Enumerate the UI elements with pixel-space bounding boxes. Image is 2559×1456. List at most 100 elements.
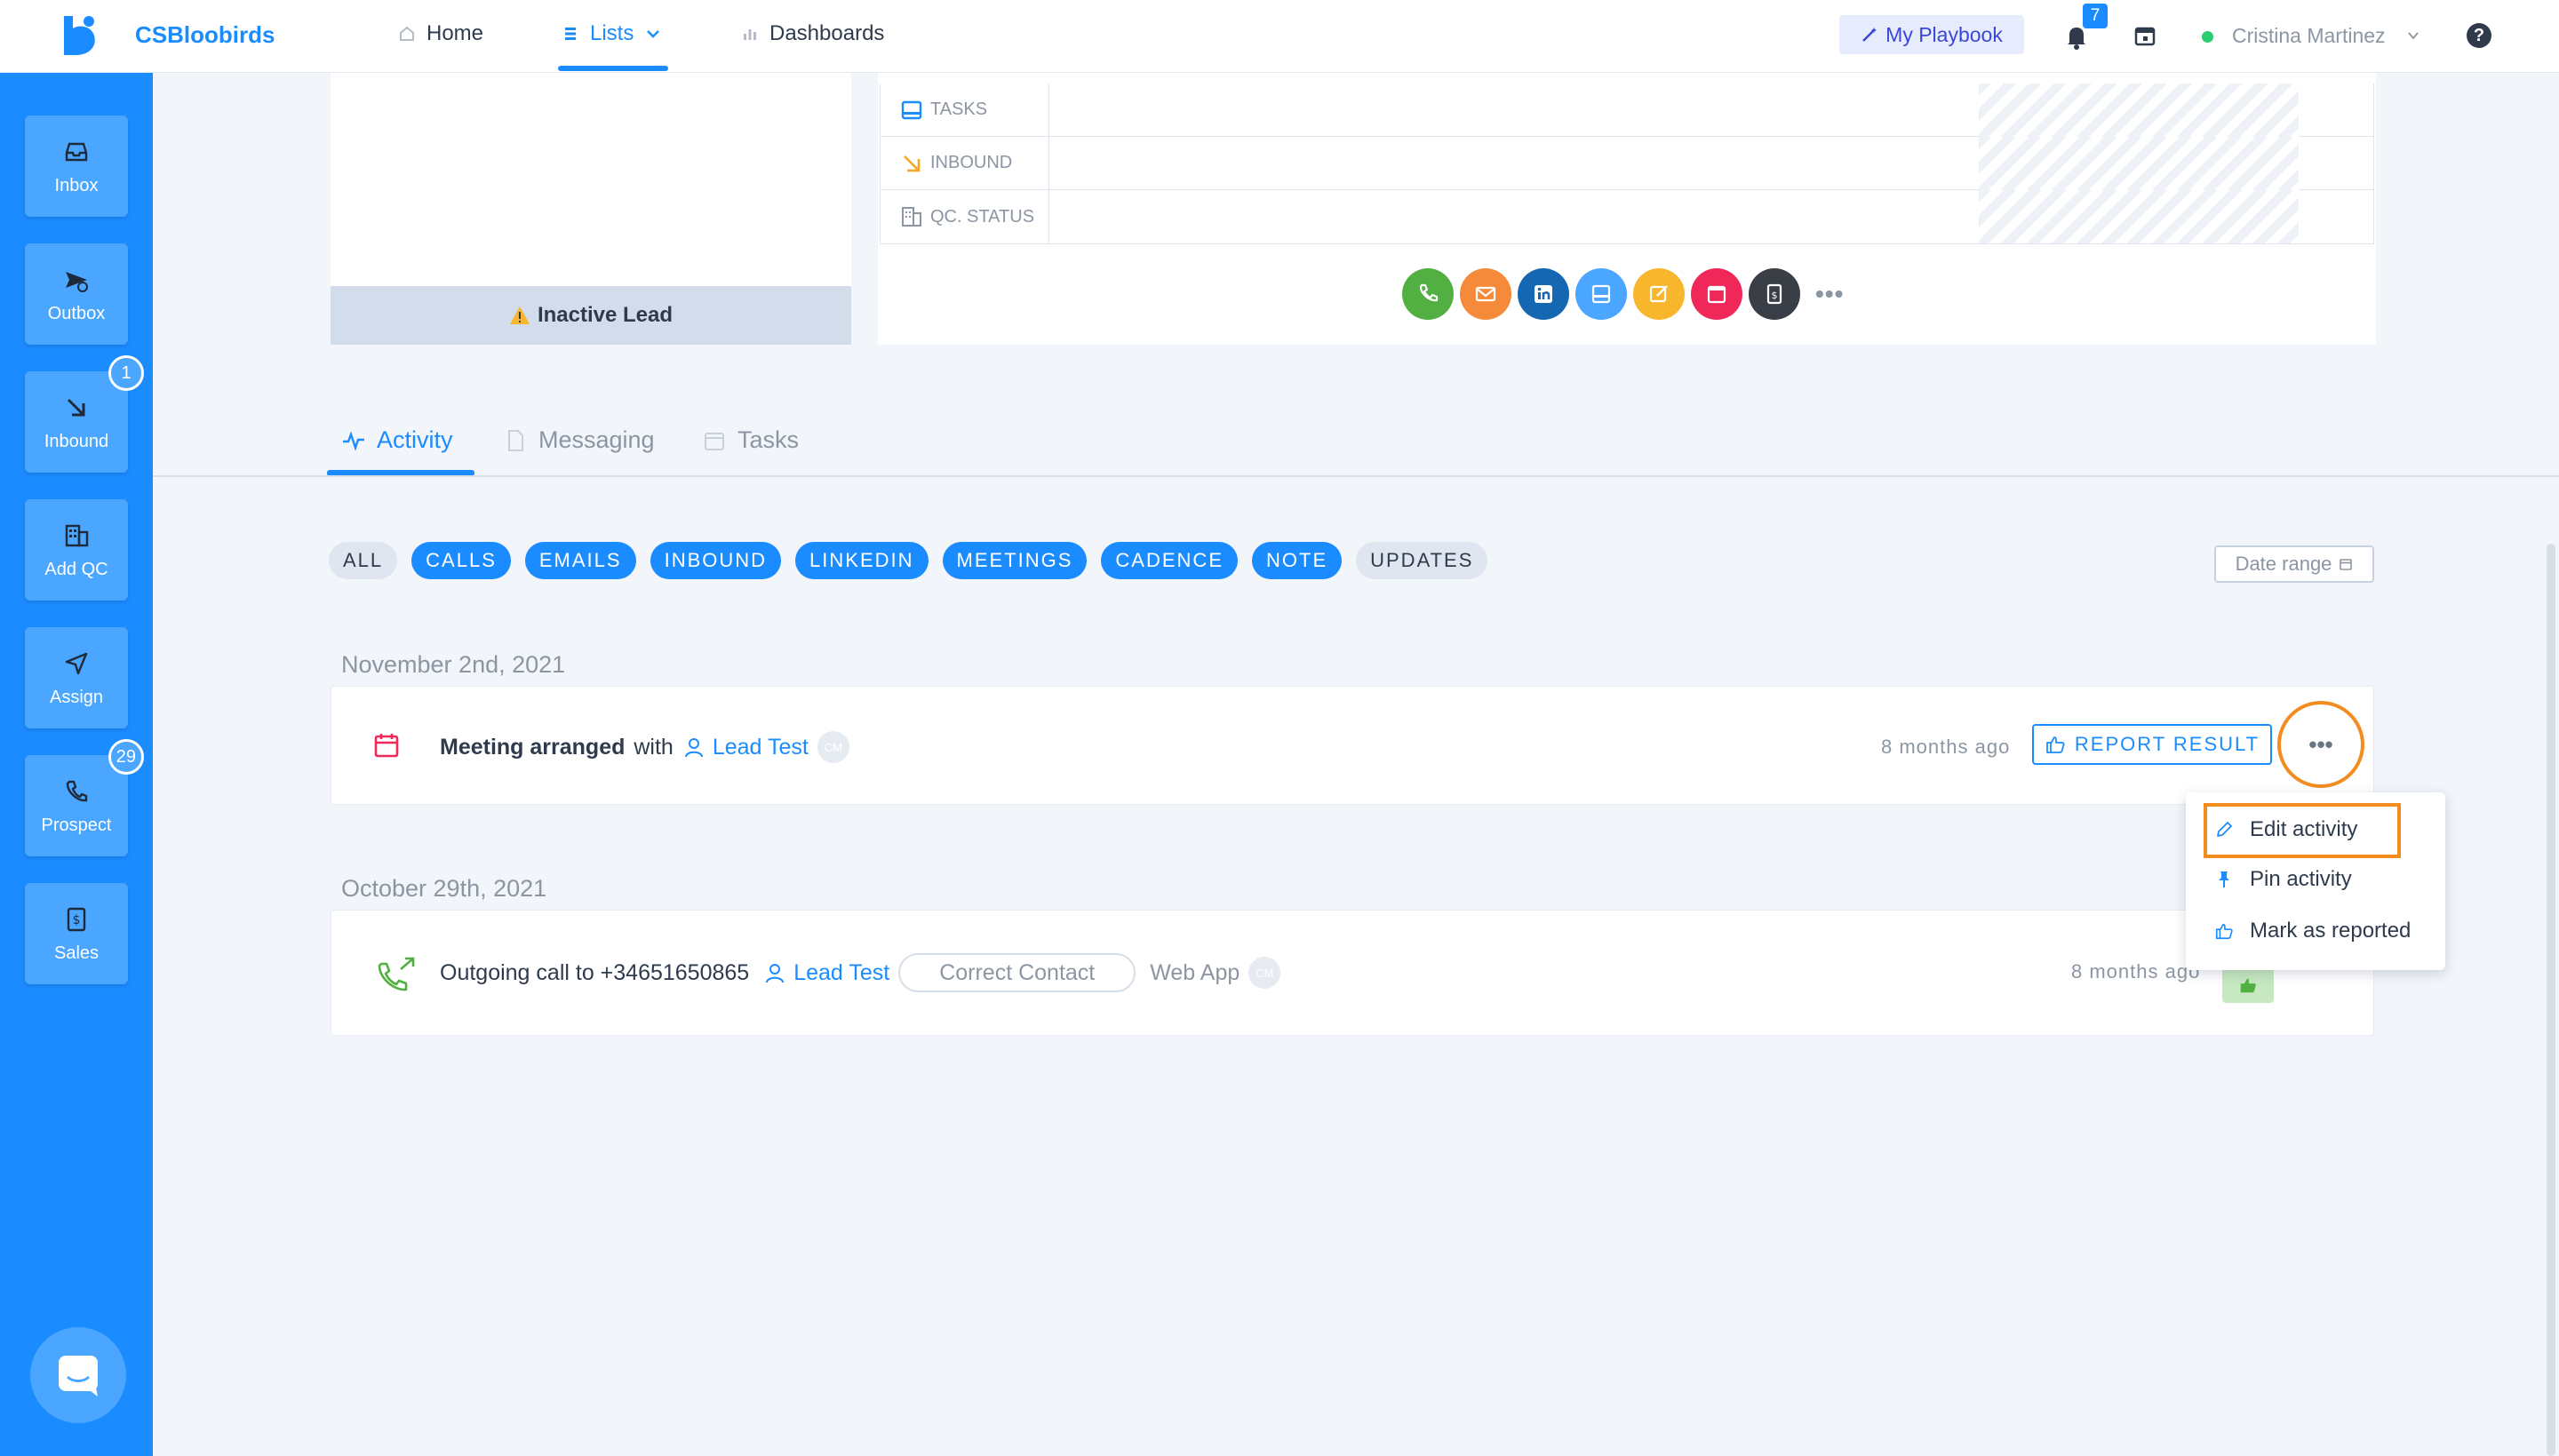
- filter-calls[interactable]: CALLS: [411, 542, 511, 579]
- report-result-button[interactable]: REPORT RESULT: [2032, 724, 2272, 765]
- call-button[interactable]: [1402, 268, 1454, 320]
- filter-linkedin[interactable]: LINKEDIN: [795, 542, 929, 579]
- my-playbook-button[interactable]: My Playbook: [1839, 15, 2024, 54]
- sidebar-item-label: Assign: [49, 687, 104, 707]
- tasks-label: TASKS: [881, 83, 1049, 137]
- menu-item-pin-activity[interactable]: Pin activity: [2214, 867, 2352, 892]
- hatched-cell: [1979, 137, 2299, 190]
- menu-item-mark-as-reported[interactable]: Mark as reported: [2214, 919, 2411, 943]
- filter-inbound[interactable]: INBOUND: [650, 542, 782, 579]
- note-button[interactable]: [1633, 268, 1685, 320]
- tab-label: Messaging: [538, 426, 655, 453]
- send-icon: [66, 271, 88, 292]
- nav-lists-label: Lists: [590, 21, 634, 45]
- sidebar-item-label: Prospect: [41, 815, 112, 835]
- hatched-cell: [1979, 84, 2299, 137]
- help-icon[interactable]: ?: [2467, 23, 2491, 48]
- menu-item-edit-activity[interactable]: Edit activity: [2214, 817, 2357, 842]
- thumbs-up-icon: [2046, 736, 2065, 753]
- scrollbar[interactable]: [2547, 544, 2555, 1456]
- tab-label: Tasks: [737, 426, 800, 453]
- inbound-count-badge: 1: [108, 355, 144, 391]
- prospect-count-badge: 29: [108, 739, 144, 775]
- filter-meetings[interactable]: MEETINGS: [942, 542, 1088, 579]
- nav-home-label: Home: [426, 21, 484, 45]
- sidebar-item-label: Inbox: [54, 175, 99, 195]
- lead-name: Lead Test: [793, 959, 890, 985]
- sidebar-item-outbox[interactable]: Outbox: [25, 243, 128, 345]
- chevron-down-icon[interactable]: [2406, 28, 2420, 43]
- invoice-button[interactable]: $: [1749, 268, 1800, 320]
- user-name[interactable]: Cristina Martinez: [2232, 24, 2386, 48]
- magic-wand-icon: [1862, 28, 1877, 42]
- row-label: TASKS: [930, 99, 988, 119]
- filter-all[interactable]: ALL: [329, 542, 398, 579]
- nav-active-indicator: [558, 66, 668, 71]
- qc-status-label: QC. STATUS: [881, 190, 1049, 243]
- menu-item-label: Pin activity: [2250, 867, 2352, 891]
- chat-widget-button[interactable]: [30, 1327, 126, 1423]
- row-label: INBOUND: [930, 153, 1013, 172]
- activity-filters: ALL CALLS EMAILS INBOUND LINKEDIN MEETIN…: [329, 542, 1488, 579]
- home-icon: [400, 26, 414, 41]
- quick-actions: $ •••: [1402, 268, 1844, 320]
- filter-emails[interactable]: EMAILS: [524, 542, 636, 579]
- tab-activity[interactable]: Activity: [341, 426, 453, 454]
- list-icon: [565, 28, 576, 40]
- sidebar-item-assign[interactable]: Assign: [25, 627, 128, 728]
- activity-item[interactable]: Meeting arranged with Lead Test CM 8 mon…: [331, 686, 2374, 805]
- pencil-icon: [2217, 822, 2232, 837]
- sidebar-item-prospect[interactable]: Prospect 29: [25, 739, 144, 856]
- sidebar: Inbox Outbox Inbound 1 Add QC Assign Pro…: [0, 73, 153, 1456]
- reported-status-button[interactable]: [2222, 967, 2274, 1003]
- calendar-icon[interactable]: [2132, 23, 2157, 48]
- info-table: TASKS INBOUND QC. STATUS: [880, 83, 2374, 244]
- date-range-label: Date range: [2235, 553, 2332, 575]
- nav-lists[interactable]: Lists: [562, 21, 662, 46]
- task-button[interactable]: [1575, 268, 1627, 320]
- activity-source: Web App: [1150, 959, 1240, 985]
- email-button[interactable]: [1460, 268, 1511, 320]
- lead-status-bar: Inactive Lead: [331, 286, 851, 345]
- app-name[interactable]: CSBloobirds: [135, 21, 275, 49]
- report-result-label: REPORT RESULT: [2074, 733, 2260, 755]
- sidebar-item-add-qc[interactable]: Add QC: [25, 499, 128, 601]
- linkedin-button[interactable]: [1518, 268, 1569, 320]
- filter-updates[interactable]: UPDATES: [1356, 542, 1488, 579]
- sidebar-item-sales[interactable]: $ Sales: [25, 883, 128, 984]
- warning-icon: [509, 306, 530, 324]
- menu-item-label: Edit activity: [2250, 817, 2358, 841]
- notification-badge: 7: [2083, 4, 2108, 28]
- activity-date-heading: November 2nd, 2021: [341, 651, 566, 678]
- sidebar-item-inbox[interactable]: Inbox: [25, 115, 128, 217]
- filter-note[interactable]: NOTE: [1252, 542, 1343, 579]
- tab-tasks[interactable]: Tasks: [702, 426, 799, 454]
- activity-description: Outgoing call to +34651650865 Lead Test …: [440, 953, 1281, 992]
- outgoing-call-icon: [378, 957, 415, 991]
- lead-link[interactable]: Lead Test: [763, 960, 889, 986]
- tasks-icon: [901, 100, 922, 119]
- lead-link[interactable]: Lead Test: [682, 735, 809, 760]
- user-icon: [684, 738, 703, 758]
- nav-dashboards-label: Dashboards: [769, 21, 885, 45]
- tab-label: Activity: [377, 426, 453, 453]
- calendar-icon: [1707, 285, 1726, 304]
- activity-more-options-button[interactable]: •••: [2277, 701, 2364, 788]
- sidebar-item-inbound[interactable]: Inbound 1: [25, 355, 144, 473]
- building-icon: [902, 207, 921, 227]
- nav-dashboards[interactable]: Dashboards: [741, 21, 884, 46]
- online-status-dot: [2202, 31, 2213, 43]
- activity-item[interactable]: Outgoing call to +34651650865 Lead Test …: [331, 910, 2374, 1036]
- nav-home[interactable]: Home: [398, 21, 483, 46]
- more-actions-icon[interactable]: •••: [1815, 280, 1844, 308]
- meeting-button[interactable]: [1691, 268, 1742, 320]
- calendar-icon: [374, 734, 399, 758]
- dollar-document-icon: $: [67, 907, 86, 931]
- row-label: QC. STATUS: [930, 206, 1035, 227]
- filter-cadence[interactable]: CADENCE: [1101, 542, 1238, 579]
- tab-messaging[interactable]: Messaging: [503, 426, 655, 454]
- date-range-picker[interactable]: Date range: [2214, 545, 2374, 583]
- bloobirds-logo-icon[interactable]: [60, 16, 98, 55]
- svg-text:$: $: [73, 913, 81, 927]
- invoice-icon: $: [1766, 283, 1782, 305]
